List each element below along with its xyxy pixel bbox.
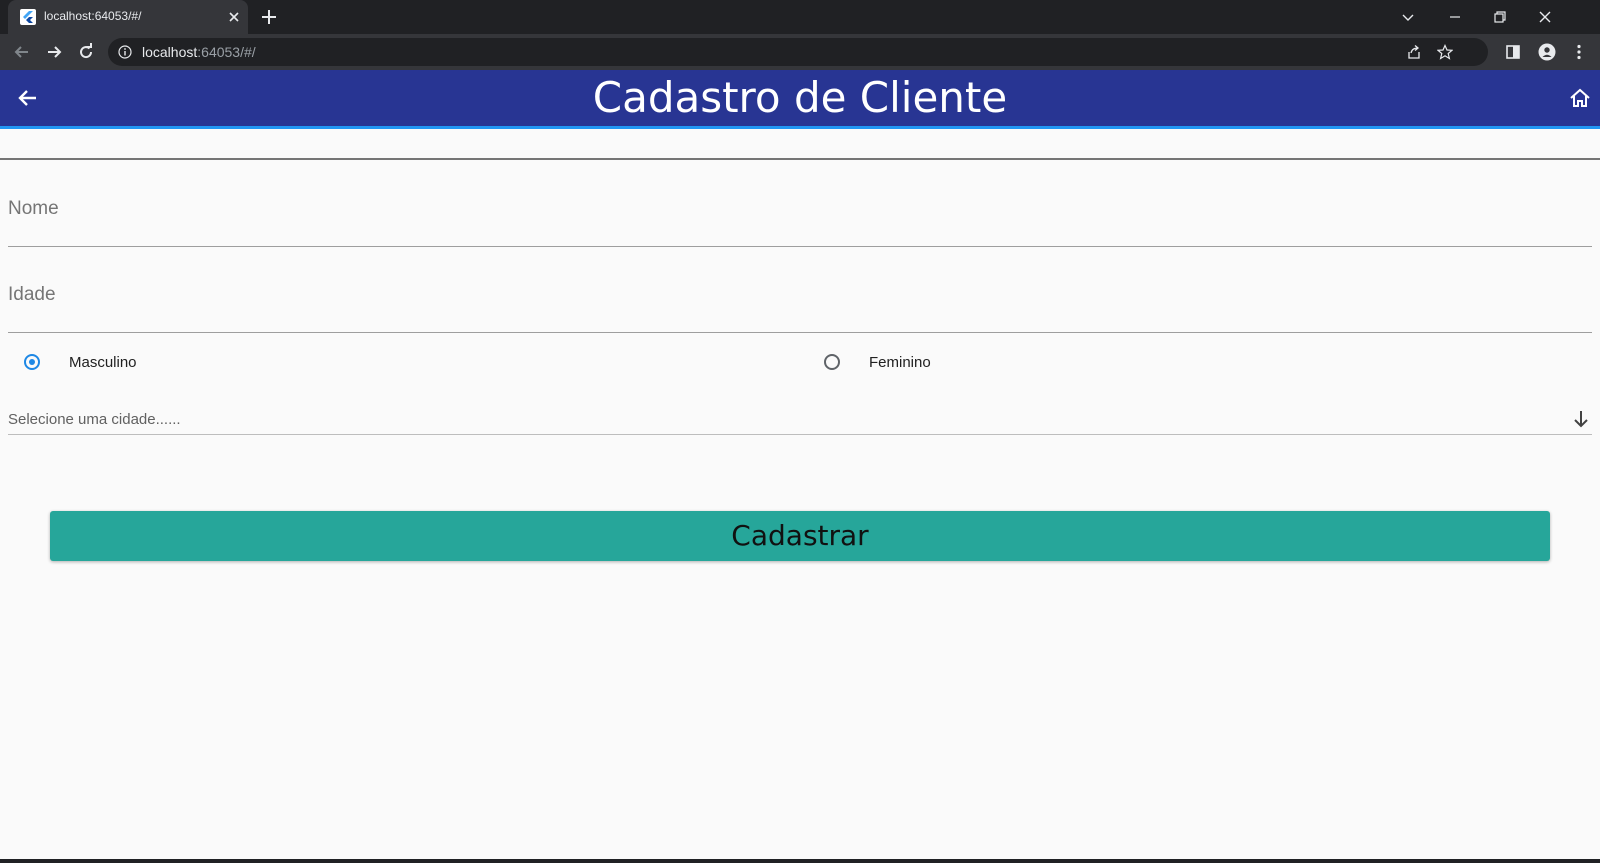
browser-back-arrow-icon[interactable]	[12, 42, 32, 62]
city-dropdown[interactable]: Selecione uma cidade......	[8, 404, 1592, 435]
page-title: Cadastro de Cliente	[592, 73, 1008, 122]
kebab-menu-icon[interactable]	[1570, 43, 1588, 61]
home-icon[interactable]	[1568, 86, 1592, 110]
share-icon[interactable]	[1406, 44, 1422, 60]
browser-forward-arrow-icon[interactable]	[44, 42, 64, 62]
taskbar-edge	[0, 859, 1600, 863]
new-tab-plus-icon[interactable]	[260, 8, 278, 26]
radio-option-feminino[interactable]: Feminino	[824, 342, 1124, 386]
url-path: :64053/#/	[197, 44, 256, 60]
age-field[interactable]: Idade	[8, 272, 1592, 333]
window-close-icon[interactable]	[1534, 6, 1556, 28]
browser-tabstrip: localhost:64053/#/	[0, 0, 1600, 34]
arrow-back-icon[interactable]	[16, 86, 40, 110]
bookmark-star-icon[interactable]	[1436, 44, 1454, 60]
tab-search-chevron-down-icon[interactable]	[1397, 6, 1419, 28]
url-text: localhost:64053/#/	[142, 44, 256, 60]
site-info-icon[interactable]	[118, 45, 132, 59]
flutter-favicon-icon	[20, 9, 36, 25]
tab-close-icon[interactable]	[226, 9, 242, 25]
app-bar: Cadastro de Cliente	[0, 70, 1600, 129]
gender-radio-group: Masculino Feminino	[0, 342, 1600, 386]
reload-icon[interactable]	[76, 42, 96, 62]
side-panel-icon[interactable]	[1504, 43, 1522, 61]
top-divider	[0, 158, 1600, 160]
tab-title: localhost:64053/#/	[44, 9, 142, 23]
profile-icon[interactable]	[1538, 43, 1556, 61]
cadastrar-button[interactable]: Cadastrar	[50, 511, 1550, 561]
name-field-label: Nome	[8, 198, 59, 219]
minimize-icon[interactable]	[1444, 6, 1466, 28]
browser-toolbar: localhost:64053/#/	[0, 34, 1600, 70]
radio-unchecked-icon[interactable]	[824, 354, 840, 370]
radio-label-feminino: Feminino	[869, 354, 931, 371]
radio-checked-icon[interactable]	[24, 354, 40, 370]
browser-tab[interactable]: localhost:64053/#/	[8, 0, 248, 34]
restore-icon[interactable]	[1489, 6, 1511, 28]
radio-label-masculino: Masculino	[69, 354, 137, 371]
url-host: localhost	[142, 44, 198, 60]
arrow-down-icon[interactable]	[1570, 408, 1592, 430]
address-bar[interactable]: localhost:64053/#/	[108, 38, 1488, 66]
age-field-label: Idade	[8, 284, 56, 305]
radio-option-masculino[interactable]: Masculino	[24, 342, 324, 386]
city-dropdown-hint: Selecione uma cidade......	[8, 411, 181, 428]
name-field[interactable]: Nome	[8, 186, 1592, 247]
